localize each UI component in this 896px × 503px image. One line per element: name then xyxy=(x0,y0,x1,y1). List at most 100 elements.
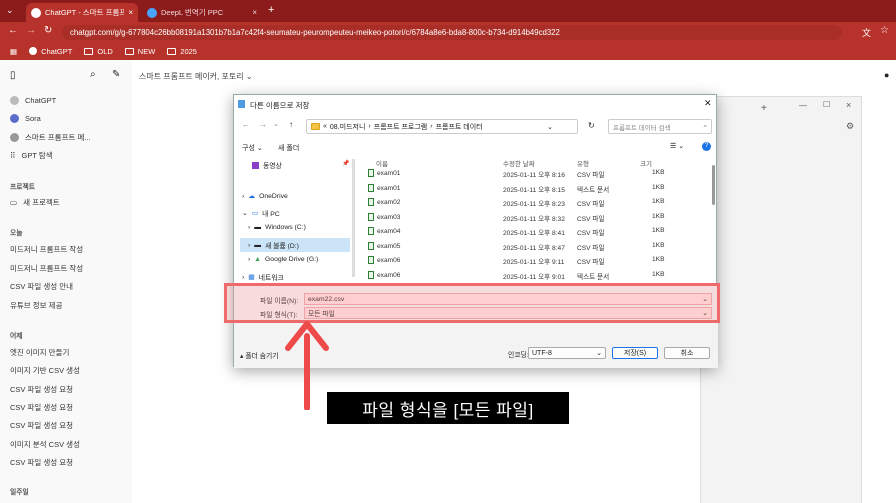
chevron-down-icon: ⌄ xyxy=(245,72,253,81)
bookmark-chatgpt[interactable]: ChatGPT xyxy=(29,47,72,56)
translate-icon[interactable]: 文 xyxy=(862,26,871,39)
chevron-down-icon: ⌄ xyxy=(596,350,602,357)
sidebar-item-chatgpt[interactable]: ChatGPT xyxy=(10,96,56,105)
back-icon[interactable]: ← xyxy=(8,25,18,36)
breadcrumb-item[interactable]: 프롬프트 프로그램 xyxy=(374,122,427,132)
sidebar-item-explore-gpts[interactable]: ⠿ GPT 탐색 xyxy=(10,150,53,161)
reload-icon[interactable]: ↻ xyxy=(44,25,52,36)
new-folder-button[interactable]: 새 폴더 xyxy=(278,143,299,153)
new-chat-icon[interactable]: ✎ xyxy=(112,69,120,80)
folder-icon xyxy=(311,123,320,130)
history-dropdown-icon[interactable]: ⌄ xyxy=(273,120,279,128)
refresh-icon[interactable]: ↻ xyxy=(588,121,595,130)
forward-icon[interactable]: → xyxy=(259,120,267,129)
history-item[interactable]: 이미지 분석 CSV 생성 xyxy=(10,439,80,450)
bookmark-star-icon[interactable]: ☆ xyxy=(880,25,889,36)
file-name: exam01 xyxy=(368,183,400,192)
dialog-close-icon[interactable]: ✕ xyxy=(704,98,712,109)
file-list-scrollbar[interactable] xyxy=(712,165,715,205)
file-size: 1KB xyxy=(652,198,665,205)
file-name: exam05 xyxy=(368,241,400,250)
breadcrumb[interactable]: « 08.미드저니 › 프롬프트 프로그램 › 프롬프트 데이터 ⌄ xyxy=(306,119,578,134)
address-bar-row: ← → ↻ chatgpt.com/g/g-677804c26bb08191a1… xyxy=(0,22,896,42)
breadcrumb-overflow[interactable]: « xyxy=(323,123,327,130)
background-window: + — ☐ × ⚙ xyxy=(700,96,862,503)
close-tab-icon[interactable]: × xyxy=(128,8,133,17)
sidebar-toggle-icon[interactable]: ▯ xyxy=(10,70,16,81)
history-item[interactable]: CSV 파일 생성 요청 xyxy=(10,384,73,395)
encoding-select[interactable]: UTF-8 ⌄ xyxy=(528,347,606,359)
bookmark-folder-2025[interactable]: 2025 xyxy=(167,47,197,56)
history-item[interactable]: 이미지 기반 CSV 생성 xyxy=(10,365,80,376)
file-icon xyxy=(368,256,374,264)
sidebar-item-smart-prompt[interactable]: 스마트 프롬프트 메... xyxy=(10,132,91,143)
history-item[interactable]: CSV 파일 생성 요청 xyxy=(10,457,73,468)
bookmark-folder-old[interactable]: OLD xyxy=(84,47,113,56)
maximize-icon[interactable]: ☐ xyxy=(823,100,830,109)
chevron-down-icon[interactable]: ⌄ xyxy=(547,123,553,131)
minimize-icon[interactable]: — xyxy=(799,101,807,110)
file-row[interactable]: exam05 2025-01-11 오후 8:47 CSV 파일 1KB xyxy=(358,240,698,254)
sidebar-item-sora[interactable]: Sora xyxy=(10,114,41,123)
folder-plus-icon: ▭ xyxy=(10,198,18,207)
history-item[interactable]: 미드저니 프롬프트 작성 xyxy=(10,263,83,274)
file-row[interactable]: exam01 2025-01-11 오후 8:15 텍스트 문서 1KB xyxy=(358,182,698,196)
browser-tab-strip: ⌄ ChatGPT - 스마트 프롬프트 메 × DeepL 번역기 PPC ×… xyxy=(0,0,896,22)
organize-button[interactable]: 구성 ⌄ xyxy=(242,143,263,153)
encoding-label: 인코딩: xyxy=(508,352,529,359)
apps-grid-icon[interactable]: ▦ xyxy=(10,47,17,56)
file-row[interactable]: exam03 2025-01-11 오후 8:32 CSV 파일 1KB xyxy=(358,211,698,225)
back-icon[interactable]: ← xyxy=(242,120,250,129)
tab-menu-icon[interactable]: ⌄ xyxy=(6,5,14,16)
url-field[interactable]: chatgpt.com/g/g-677804c26bb08191a1301b7b… xyxy=(62,25,842,40)
file-list: 이름 수정한 날짜 유형 크기 exam01 2025-01-11 오후 8:16… xyxy=(358,155,718,283)
history-item[interactable]: 유튜브 정보 제공 xyxy=(10,300,62,311)
tab-deepl[interactable]: DeepL 번역기 PPC × xyxy=(142,3,262,22)
close-tab-icon[interactable]: × xyxy=(252,8,257,17)
save-button[interactable]: 저장(S) xyxy=(612,347,658,359)
breadcrumb-item[interactable]: 프롬프트 데이터 xyxy=(436,122,483,132)
file-row[interactable]: exam02 2025-01-11 오후 8:23 CSV 파일 1KB xyxy=(358,196,698,210)
new-tab-icon[interactable]: + xyxy=(268,4,274,16)
folder-search-input[interactable]: 프롬프트 데이터 검색 ⌕ xyxy=(608,119,712,134)
history-item[interactable]: CSV 파일 생성 요청 xyxy=(10,402,73,413)
close-icon[interactable]: × xyxy=(846,100,851,110)
gpt-model-title[interactable]: 스마트 프롬프트 메이커, 포토리 ⌄ xyxy=(139,71,253,82)
nav-scrollbar[interactable] xyxy=(352,159,355,277)
file-row[interactable]: exam01 2025-01-11 오후 8:16 CSV 파일 1KB xyxy=(358,167,698,181)
new-tab-icon[interactable]: + xyxy=(761,103,767,114)
nav-item-this-pc[interactable]: ⌄ ▭ 내 PC xyxy=(242,208,280,218)
navigation-pane: 동영상 📌 › ☁ OneDrive ⌄ ▭ 내 PC › ▬ Windows (C:) ›… xyxy=(234,155,356,283)
breadcrumb-item[interactable]: 08.미드저니 xyxy=(330,122,366,132)
nav-item-videos[interactable]: 동영상 xyxy=(252,160,282,170)
new-project-item[interactable]: ▭ 새 프로젝트 xyxy=(10,197,60,208)
history-item[interactable]: CSV 파일 생성 요청 xyxy=(10,420,73,431)
up-folder-icon[interactable]: ↑ xyxy=(289,120,293,129)
history-item[interactable]: CSV 파일 생성 안내 xyxy=(10,281,73,292)
settings-gear-icon[interactable]: ⚙ xyxy=(846,121,854,132)
file-row[interactable]: exam06 2025-01-11 오후 9:11 CSV 파일 1KB xyxy=(358,254,698,268)
bookmark-folder-new[interactable]: NEW xyxy=(124,47,155,56)
history-item[interactable]: 미드저니 프롬프트 작성 xyxy=(10,244,83,255)
user-avatar[interactable]: ● xyxy=(884,70,889,80)
bookmarks-bar: ▦ ChatGPT OLD NEW 2025 xyxy=(0,42,896,60)
help-icon[interactable]: ? xyxy=(702,142,711,151)
file-row[interactable]: exam04 2025-01-11 오후 8:41 CSV 파일 1KB xyxy=(358,225,698,239)
forward-icon[interactable]: → xyxy=(26,25,36,36)
dialog-title: 다른 이름으로 저장 xyxy=(250,101,310,110)
history-item[interactable]: 엣진 이미지 만들기 xyxy=(10,347,69,358)
file-row[interactable]: exam06 2025-01-11 오후 9:01 텍스트 문서 1KB xyxy=(358,269,698,283)
chatgpt-favicon-icon xyxy=(29,47,38,55)
nav-item-network[interactable]: › ▦ 네트워크 xyxy=(242,272,284,283)
tab-chatgpt[interactable]: ChatGPT - 스마트 프롬프트 메 × xyxy=(26,3,138,22)
tab-label: DeepL 번역기 PPC xyxy=(161,8,224,17)
nav-item-onedrive[interactable]: › ☁ OneDrive xyxy=(242,192,288,201)
nav-item-drive-g[interactable]: › ▲ Google Drive (G:) xyxy=(248,256,318,263)
hide-folders-button[interactable]: ▴ 폴더 숨기기 xyxy=(240,350,278,360)
cancel-button[interactable]: 취소 xyxy=(664,347,710,359)
tab-label: ChatGPT - 스마트 프롬프트 메 xyxy=(45,8,125,17)
nav-item-drive-d[interactable]: › ▬ 새 볼륨 (D:) xyxy=(240,238,350,252)
search-icon[interactable]: ⌕ xyxy=(90,69,96,80)
view-options-icon[interactable]: ☰ ⌄ xyxy=(670,142,684,150)
nav-item-drive-c[interactable]: › ▬ Windows (C:) xyxy=(248,224,306,231)
